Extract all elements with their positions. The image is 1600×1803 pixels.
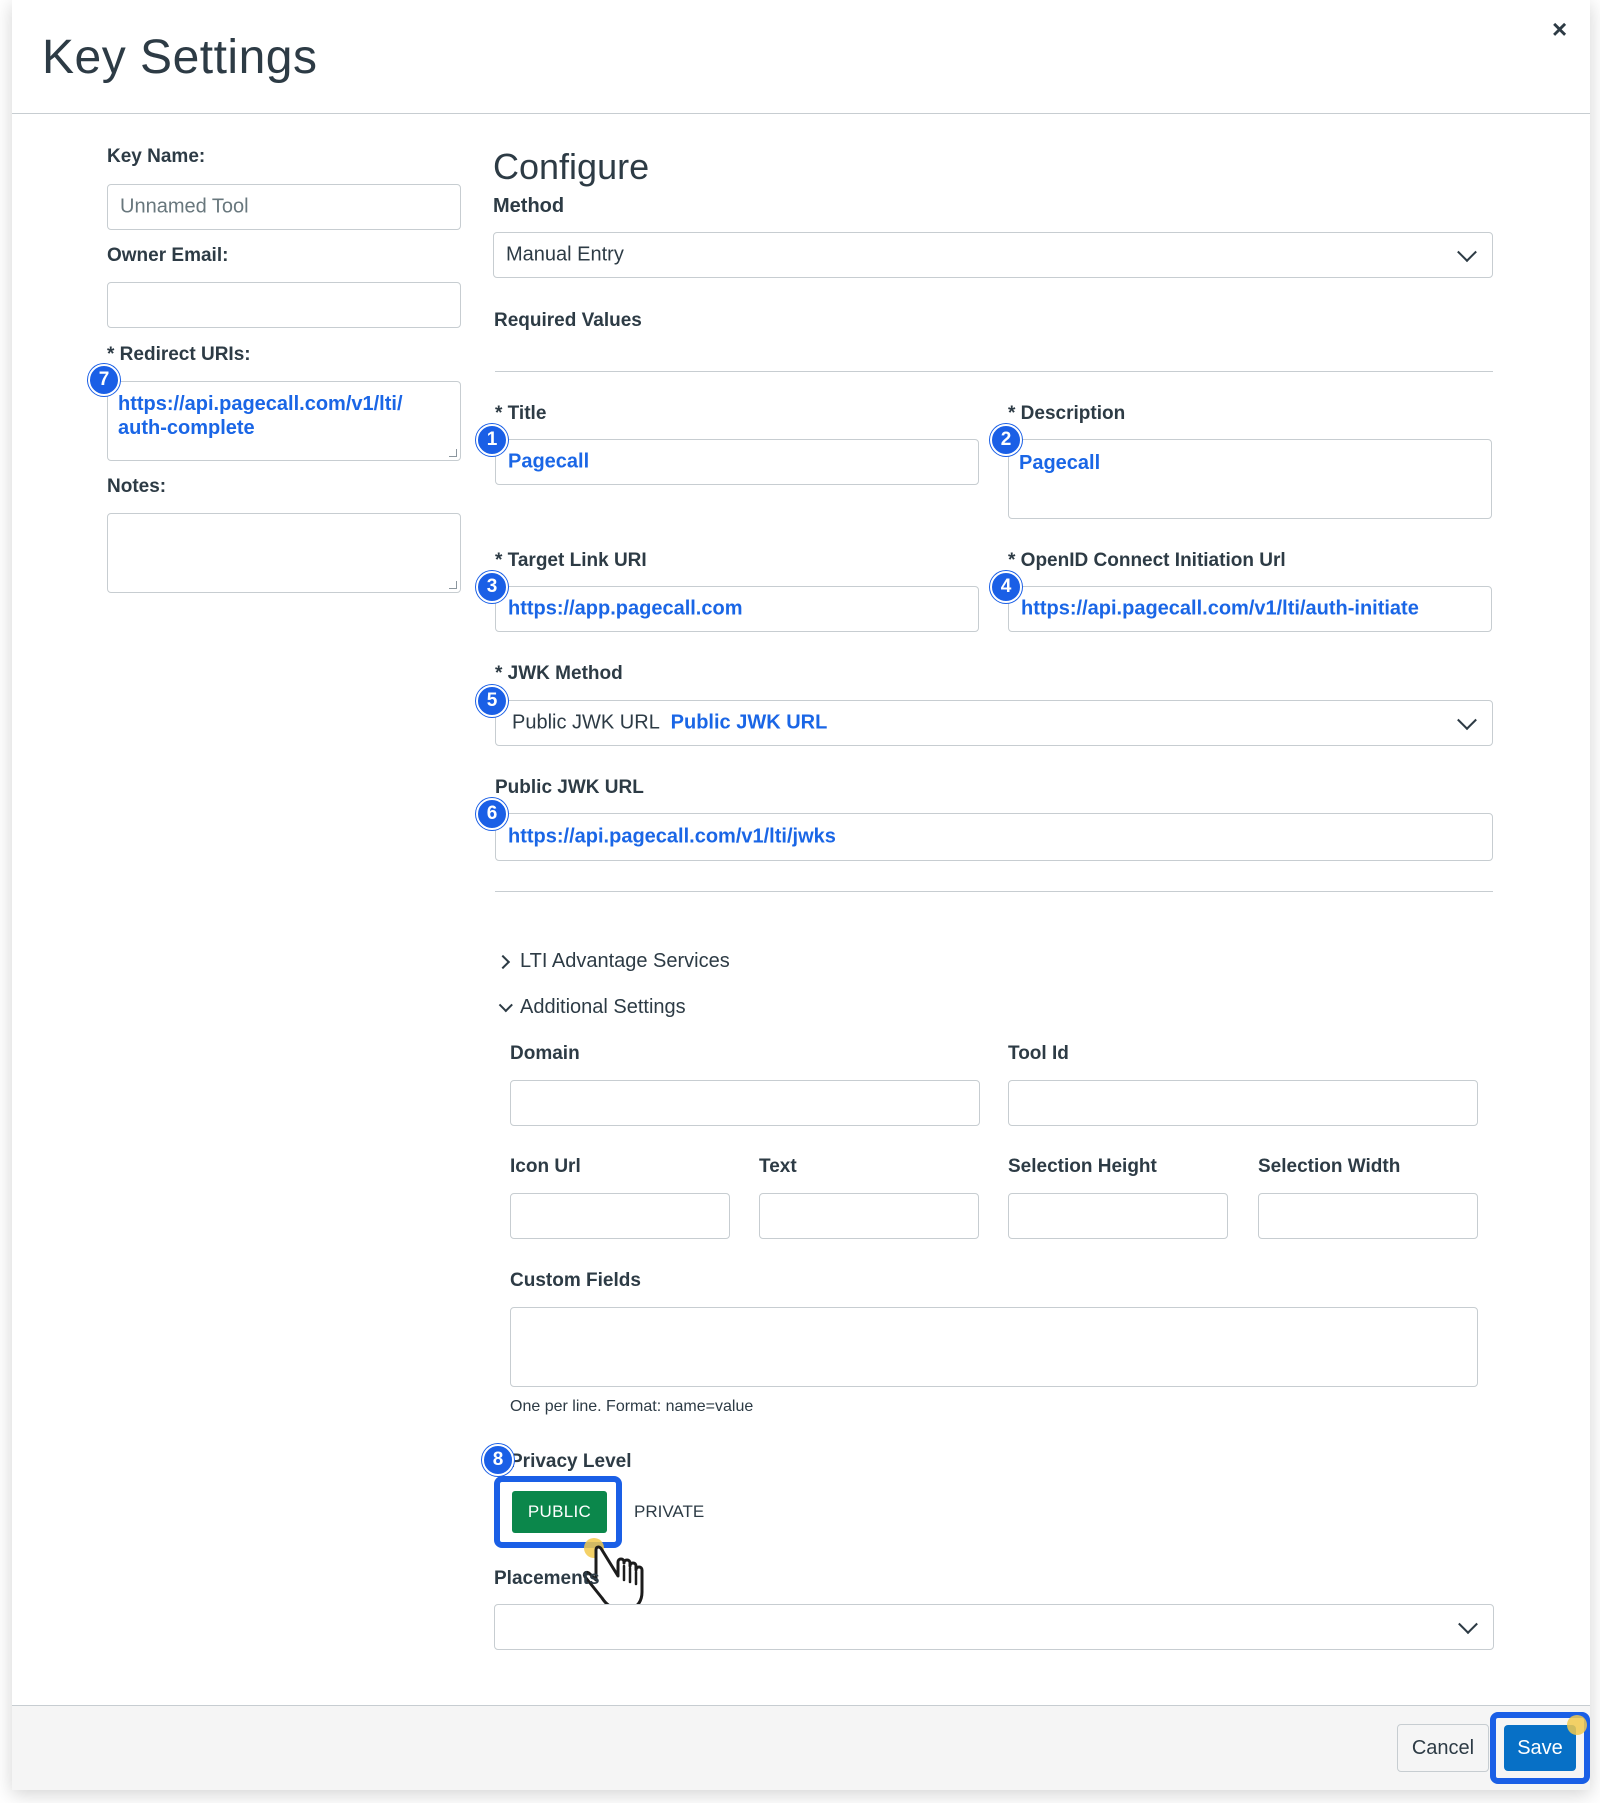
chevron-down-icon: [1458, 1614, 1478, 1635]
lti-advantage-toggle[interactable]: LTI Advantage Services: [495, 950, 730, 973]
step-badge-4: 4: [990, 571, 1022, 603]
selection-width-label: Selection Width: [1258, 1156, 1401, 1177]
method-label: Method: [493, 195, 565, 217]
domain-label: Domain: [510, 1043, 580, 1064]
openid-value: https://api.pagecall.com/v1/lti/auth-ini…: [1021, 597, 1419, 620]
custom-fields-textarea[interactable]: [510, 1307, 1478, 1387]
icon-url-input[interactable]: [510, 1193, 730, 1239]
required-values-label: Required Values: [494, 310, 642, 331]
chevron-down-icon: [1457, 242, 1477, 263]
step-badge-1: 1: [476, 424, 508, 456]
text-label: Text: [759, 1156, 797, 1177]
configure-heading: Configure: [493, 146, 650, 187]
jwk-method-value-wrap: Public JWK URL Public JWK URL: [512, 712, 827, 735]
step-badge-6: 6: [476, 798, 508, 830]
jwk-method-label: * JWK Method: [495, 663, 623, 684]
description-textarea[interactable]: Pagecall: [1008, 439, 1492, 519]
title-value: Pagecall: [508, 450, 590, 473]
notes-textarea[interactable]: [107, 513, 461, 593]
custom-fields-hint: One per line. Format: name=value: [510, 1398, 754, 1415]
key-settings-dialog: Key Settings × Key Name: Unnamed Tool Ow…: [12, 0, 1590, 1790]
redirect-uris-textarea[interactable]: https://api.pagecall.com/v1/lti/ auth-co…: [107, 381, 461, 461]
click-indicator: [1567, 1715, 1587, 1735]
save-button[interactable]: Save: [1504, 1725, 1576, 1771]
selection-width-input[interactable]: [1258, 1193, 1478, 1239]
divider: [495, 891, 1493, 892]
public-jwk-input[interactable]: https://api.pagecall.com/v1/lti/jwks: [495, 813, 1493, 861]
chevron-down-icon: [1457, 710, 1477, 731]
description-value: Pagecall: [1019, 452, 1101, 474]
public-jwk-label: Public JWK URL: [495, 777, 644, 798]
openid-input[interactable]: https://api.pagecall.com/v1/lti/auth-ini…: [1008, 586, 1492, 632]
additional-settings-toggle[interactable]: Additional Settings: [498, 996, 686, 1019]
selection-height-label: Selection Height: [1008, 1156, 1157, 1177]
divider: [495, 371, 1493, 372]
jwk-method-value: Public JWK URL: [512, 711, 660, 734]
icon-url-label: Icon Url: [510, 1156, 581, 1177]
key-name-input[interactable]: Unnamed Tool: [107, 184, 461, 230]
privacy-level-label: Privacy Level: [510, 1451, 632, 1472]
tool-id-label: Tool Id: [1008, 1043, 1069, 1064]
redirect-uri-line1: https://api.pagecall.com/v1/lti/: [118, 393, 403, 415]
jwk-method-annotation: Public JWK URL: [670, 711, 828, 734]
public-jwk-value: https://api.pagecall.com/v1/lti/jwks: [508, 825, 836, 848]
key-name-placeholder: Unnamed Tool: [120, 195, 249, 218]
tool-id-input[interactable]: [1008, 1080, 1478, 1126]
lti-advantage-label: LTI Advantage Services: [520, 950, 730, 972]
method-select[interactable]: Manual Entry: [493, 232, 1493, 278]
notes-label: Notes:: [107, 476, 167, 497]
step-badge-2: 2: [990, 424, 1022, 456]
title-input[interactable]: Pagecall: [495, 439, 979, 485]
description-label: * Description: [1008, 403, 1126, 424]
target-link-value: https://app.pagecall.com: [508, 597, 743, 620]
placements-label: Placements: [494, 1568, 600, 1589]
privacy-public-button[interactable]: PUBLIC: [512, 1491, 607, 1533]
domain-input[interactable]: [510, 1080, 980, 1126]
title-label: * Title: [495, 403, 547, 424]
resize-handle-icon[interactable]: [449, 581, 457, 589]
text-input[interactable]: [759, 1193, 979, 1239]
step-badge-3: 3: [476, 571, 508, 603]
cancel-button[interactable]: Cancel: [1397, 1724, 1489, 1772]
header-divider: [12, 113, 1590, 114]
owner-email-label: Owner Email:: [107, 245, 229, 266]
chevron-down-icon: [498, 998, 513, 1013]
openid-label: * OpenID Connect Initiation Url: [1008, 550, 1286, 571]
key-name-label: Key Name:: [107, 146, 206, 167]
dialog-title: Key Settings: [42, 31, 318, 84]
jwk-method-select[interactable]: Public JWK URL Public JWK URL: [495, 700, 1493, 746]
redirect-uri-line2: auth-complete: [118, 417, 255, 439]
target-link-input[interactable]: https://app.pagecall.com: [495, 586, 979, 632]
redirect-uris-label: * Redirect URIs:: [107, 344, 251, 365]
owner-email-input[interactable]: [107, 282, 461, 328]
step-badge-8: 8: [482, 1444, 514, 1476]
custom-fields-label: Custom Fields: [510, 1270, 641, 1291]
resize-handle-icon[interactable]: [449, 449, 457, 457]
step-badge-7: 7: [88, 364, 120, 396]
dialog-footer: [12, 1705, 1590, 1790]
target-link-label: * Target Link URI: [495, 550, 647, 571]
selection-height-input[interactable]: [1008, 1193, 1228, 1239]
privacy-private-option[interactable]: PRIVATE: [634, 1502, 704, 1522]
step-badge-5: 5: [476, 685, 508, 717]
method-value: Manual Entry: [506, 243, 624, 266]
additional-settings-label: Additional Settings: [520, 996, 686, 1018]
close-icon[interactable]: ×: [1552, 14, 1567, 45]
chevron-right-icon: [495, 954, 511, 970]
placements-select[interactable]: [494, 1604, 1494, 1650]
